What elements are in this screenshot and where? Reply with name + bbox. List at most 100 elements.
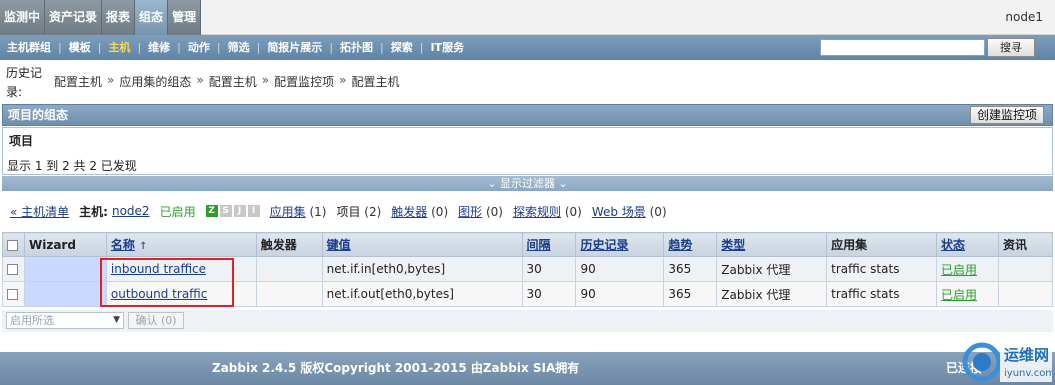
ipmi-icon: I [247, 205, 260, 217]
connection-status: 已连接 [946, 361, 983, 375]
row-info [997, 256, 1054, 282]
host-status: 已启用 [159, 204, 196, 219]
tab-triggers[interactable]: 触发器 (0) [391, 203, 448, 220]
col-interval[interactable]: 间隔 [521, 232, 577, 257]
row-checkbox[interactable] [7, 289, 18, 300]
row-info [997, 281, 1054, 307]
node-name: node1 [1005, 10, 1043, 24]
breadcrumb-separator: » [261, 73, 270, 87]
submenu-actions[interactable]: 动作 [181, 35, 217, 60]
tab-web-scenarios[interactable]: Web 场景 (0) [592, 203, 667, 220]
row-history: 90 [575, 256, 665, 282]
row-select[interactable] [2, 281, 25, 307]
breadcrumb-item[interactable]: 配置监控项 [274, 73, 334, 90]
tab-discovery-rules[interactable]: 探索规则 (0) [513, 203, 582, 220]
host-name-link[interactable]: node2 [112, 204, 150, 218]
tab-inventory[interactable]: 资产记录 [45, 0, 103, 35]
items-title: 项目 [9, 134, 34, 148]
status-toggle[interactable]: 已启用 [941, 263, 977, 277]
submenu-slides[interactable]: 简报片展示 [260, 35, 329, 60]
col-wizard: Wizard [23, 232, 107, 257]
row-wizard[interactable] [23, 281, 107, 307]
host-list-link[interactable]: « 主机清单 [10, 203, 69, 220]
top-tabs: 监测中 资产记录 报表 组态 管理 [0, 0, 202, 35]
top-nav-bar: 监测中 资产记录 报表 组态 管理 node1 [0, 0, 1055, 35]
table-row: outbound traffic net.if.out[eth0,bytes] … [2, 281, 1054, 307]
row-type: Zabbix 代理 [716, 256, 828, 282]
row-wizard[interactable] [23, 256, 107, 282]
submenu-templates[interactable]: 模板 [62, 35, 98, 60]
items-table: Wizard 名称 ↑ 触发器 键值 间隔 历史记录 趋势 类型 应用集 状态 … [2, 232, 1054, 307]
tab-applications[interactable]: 应用集 (1) [270, 203, 327, 220]
sort-asc-icon: ↑ [139, 241, 148, 252]
row-checkbox[interactable] [7, 264, 18, 275]
mass-actions-bar: 启用所选 ▼ 确认 (0) [2, 310, 1053, 332]
col-type[interactable]: 类型 [716, 232, 828, 257]
breadcrumb-item[interactable]: 配置主机 [209, 73, 257, 90]
breadcrumb-separator: » [107, 73, 115, 87]
search-button[interactable]: 搜寻 [987, 38, 1035, 57]
table-row: inbound traffice net.if.in[eth0,bytes] 3… [2, 256, 1054, 282]
jmx-icon: J [233, 205, 246, 217]
col-key[interactable]: 键值 [321, 232, 523, 257]
row-trends: 365 [663, 256, 718, 282]
dropdown-arrow-icon: ▼ [113, 315, 120, 325]
submenu-maps[interactable]: 拓扑图 [333, 35, 380, 60]
history-bar: 历史记录: 配置主机 » 应用集的组态 » 配置主机 » 配置监控项 » 配置主… [0, 60, 1055, 103]
row-status[interactable]: 已启用 [936, 256, 999, 282]
item-name-link[interactable]: outbound traffic [111, 287, 207, 301]
items-count: 显示 1 到 2 共 2 已发现 [7, 159, 137, 173]
table-header-row: Wizard 名称 ↑ 触发器 键值 间隔 历史记录 趋势 类型 应用集 状态 … [2, 232, 1054, 257]
show-filter-toggle[interactable]: ⌄ 显示过滤器 ⌄ [2, 176, 1053, 191]
breadcrumb-separator: » [339, 73, 347, 87]
row-triggers [255, 281, 323, 307]
mass-action-select[interactable]: 启用所选 ▼ [6, 312, 124, 329]
row-name[interactable]: inbound traffice [105, 256, 257, 282]
tab-configuration[interactable]: 组态 [135, 0, 169, 35]
row-triggers [255, 256, 323, 282]
status-toggle[interactable]: 已启用 [941, 288, 977, 302]
col-triggers: 触发器 [255, 232, 323, 257]
col-history[interactable]: 历史记录 [575, 232, 665, 257]
tab-reports[interactable]: 报表 [102, 0, 136, 35]
tab-items: 项目 (2) [336, 204, 382, 219]
row-history: 90 [575, 281, 665, 307]
submenu-filters[interactable]: 筛选 [221, 35, 257, 60]
breadcrumb: 配置主机 » 应用集的组态 » 配置主机 » 配置监控项 » 配置主机 [54, 73, 399, 90]
confirm-button[interactable]: 确认 (0) [128, 312, 184, 329]
row-name[interactable]: outbound traffic [105, 281, 257, 307]
row-applications: traffic stats [826, 256, 938, 282]
submenu-discovery[interactable]: 探索 [384, 35, 420, 60]
row-applications: traffic stats [826, 281, 938, 307]
tab-administration[interactable]: 管理 [168, 0, 202, 35]
submenu-host-groups[interactable]: 主机群组 [0, 35, 58, 60]
page-title: 项目的组态 [8, 108, 69, 122]
breadcrumb-item[interactable]: 配置主机 [351, 73, 399, 90]
item-name-link[interactable]: inbound traffice [111, 262, 206, 276]
submenu-maintenance[interactable]: 维修 [141, 35, 177, 60]
submenu-hosts[interactable]: 主机 [101, 35, 137, 60]
row-status[interactable]: 已启用 [936, 281, 999, 307]
col-name[interactable]: 名称 ↑ [105, 232, 257, 257]
breadcrumb-item[interactable]: 配置主机 [54, 73, 102, 90]
footer: Zabbix 2.4.5 版权Copyright 2001-2015 由Zabb… [0, 352, 1055, 385]
tab-monitoring[interactable]: 监测中 [0, 0, 46, 35]
create-item-button[interactable]: 创建监控项 [969, 106, 1044, 124]
select-all-checkbox[interactable] [7, 239, 18, 251]
tab-graphs[interactable]: 图形 (0) [458, 203, 503, 220]
row-select[interactable] [2, 256, 25, 282]
history-label: 历史记录: [6, 66, 43, 99]
col-status[interactable]: 状态 [936, 232, 999, 257]
copyright-text: Zabbix 2.4.5 版权Copyright 2001-2015 由Zabb… [212, 361, 580, 375]
breadcrumb-separator: » [196, 73, 204, 87]
select-all-header [2, 232, 25, 257]
search-input[interactable] [820, 39, 985, 56]
submenu-it-services[interactable]: IT服务 [423, 35, 471, 60]
breadcrumb-item[interactable]: 应用集的组态 [119, 73, 191, 90]
col-info: 资讯 [997, 232, 1054, 257]
host-label: 主机: [79, 204, 108, 219]
zabbix-agent-icon: Z [205, 205, 218, 217]
items-summary: 项目 显示 1 到 2 共 2 已发现 [2, 127, 1053, 175]
col-applications: 应用集 [826, 232, 938, 257]
col-trends[interactable]: 趋势 [663, 232, 718, 257]
